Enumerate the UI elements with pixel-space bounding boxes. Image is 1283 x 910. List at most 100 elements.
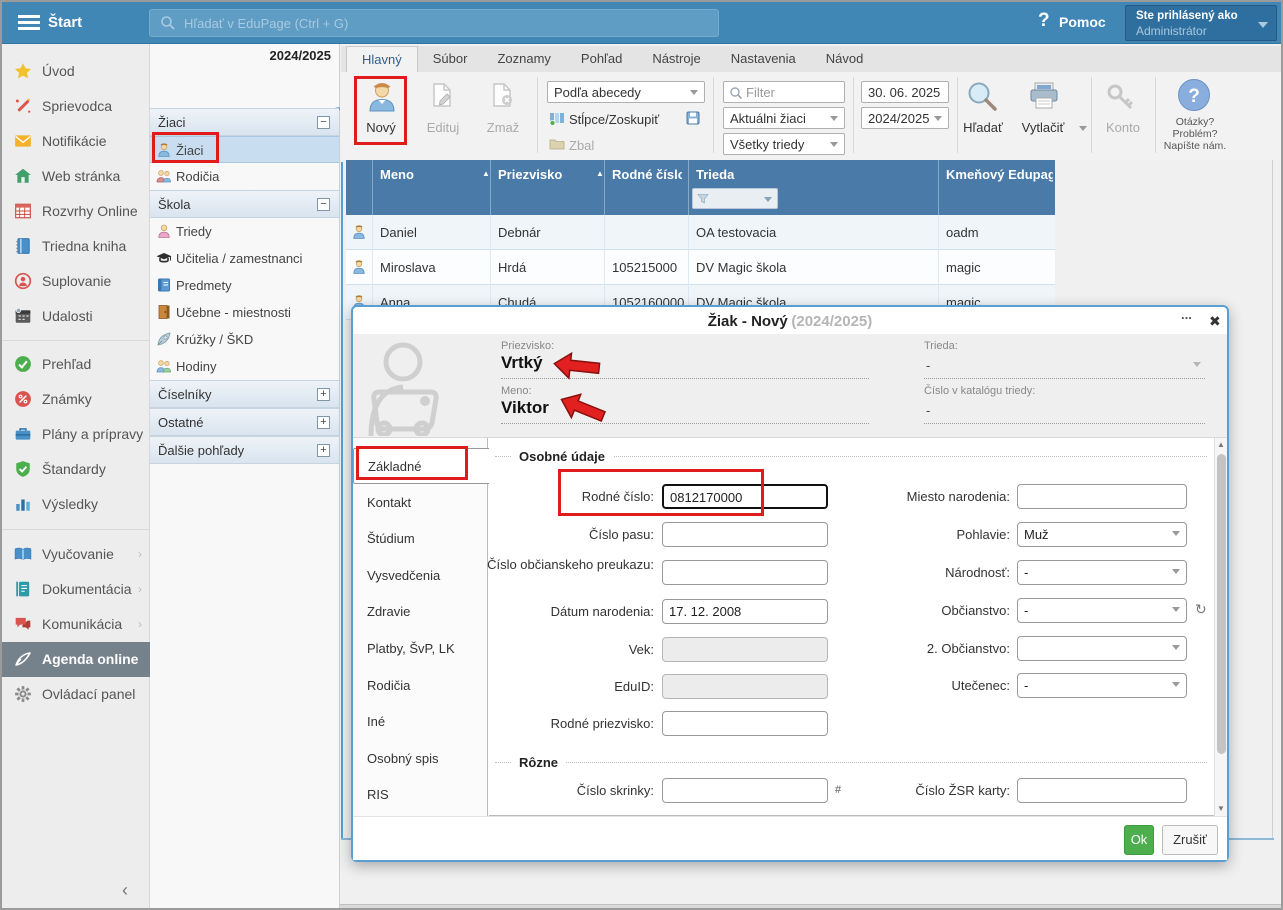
- sidebar-item-komunik-cia[interactable]: Komunikácia›: [2, 607, 150, 642]
- tree-item-predmety[interactable]: Predmety: [150, 272, 339, 299]
- sort-asc-icon[interactable]: ▲: [482, 169, 490, 178]
- scroll-down-icon[interactable]: ▼: [1217, 804, 1225, 813]
- field-input-2-ob-ianstvo-[interactable]: [1017, 636, 1187, 661]
- field-input-ob-ianstvo-[interactable]: -: [1017, 598, 1187, 623]
- dialog-tab-in-[interactable]: Iné: [353, 704, 488, 740]
- tree-section--seln-ky[interactable]: Číselníky+: [150, 380, 339, 408]
- sidebar-item-rozvrhy-online[interactable]: Rozvrhy Online: [2, 194, 150, 229]
- tree-section-ostatn-[interactable]: Ostatné+: [150, 408, 339, 436]
- sidebar-item-agenda-online[interactable]: Agenda online: [2, 642, 150, 677]
- sidebar-item--tandardy[interactable]: Štandardy: [2, 452, 150, 487]
- field-input-pohlavie-[interactable]: Muž: [1017, 522, 1187, 547]
- dialog-tab-ris[interactable]: RIS: [353, 777, 488, 813]
- print-button[interactable]: Vytlačiť: [1009, 120, 1077, 135]
- dialog-tab-z-kladn-[interactable]: Základné: [353, 448, 489, 484]
- columns-group-button[interactable]: Stĺpce/Zoskupiť: [569, 112, 659, 127]
- hamburger-menu-icon[interactable]: [18, 15, 40, 31]
- close-icon[interactable]: ✖: [1209, 313, 1221, 330]
- scroll-up-icon[interactable]: ▲: [1217, 440, 1225, 449]
- delete-button[interactable]: Zmaž: [473, 120, 533, 135]
- scrollbar-thumb[interactable]: [1217, 454, 1226, 754]
- menu-tab-poh-ad[interactable]: Pohľad: [566, 46, 637, 72]
- field-input-ute-enec-[interactable]: -: [1017, 673, 1187, 698]
- tree-item-u-itelia-zamestnanci[interactable]: Učitelia / zamestnanci: [150, 245, 339, 272]
- expand-toggle-icon[interactable]: +: [317, 444, 330, 457]
- tree-item--iaci[interactable]: Žiaci: [150, 136, 339, 163]
- collapse-toggle-icon[interactable]: −: [317, 198, 330, 211]
- sidebar-item-pl-ny-a-pr-pravy[interactable]: Plány a prípravy: [2, 417, 150, 452]
- column-header-priezvisko[interactable]: Priezvisko: [498, 167, 598, 182]
- sidebar-item-preh-ad[interactable]: Prehľad: [2, 347, 150, 382]
- field-input-d-tum-narodenia-[interactable]: 17. 12. 2008: [662, 599, 828, 624]
- date-field[interactable]: 30. 06. 2025: [861, 81, 949, 103]
- sort-asc-icon[interactable]: ▲: [596, 169, 604, 178]
- filter-input[interactable]: Filter: [723, 81, 845, 103]
- collapse-toggle-icon[interactable]: −: [317, 116, 330, 129]
- collapse-button[interactable]: Zbal: [569, 138, 594, 153]
- tree-item-kr-ky-kd[interactable]: Krúžky / ŠKD: [150, 326, 339, 353]
- dialog-menu-button[interactable]: ...: [1181, 307, 1192, 322]
- menu-tab-s-bor[interactable]: Súbor: [418, 46, 483, 72]
- tree-section--iaci[interactable]: Žiaci−: [150, 108, 339, 136]
- table-row[interactable]: DanielDebnárOA testovaciaoadm: [346, 215, 1055, 250]
- column-header-trieda[interactable]: Trieda: [696, 167, 932, 182]
- field-input-n-rodnos-[interactable]: -: [1017, 560, 1187, 585]
- field-input--slo-pasu-[interactable]: [662, 522, 828, 547]
- dialog-tab-vysved-enia[interactable]: Vysvedčenia: [353, 558, 488, 594]
- tree-item-hodiny[interactable]: Hodiny: [150, 353, 339, 380]
- sidebar-item-zn-mky[interactable]: Známky: [2, 382, 150, 417]
- sidebar-item-ovl-dac-panel[interactable]: Ovládací panel: [2, 677, 150, 712]
- classes-filter-select[interactable]: Všetky triedy: [723, 133, 845, 155]
- pane-scrollbar-track[interactable]: [1272, 160, 1273, 839]
- class-column-filter[interactable]: [692, 188, 778, 209]
- sidebar-item-dokument-cia[interactable]: Dokumentácia›: [2, 572, 150, 607]
- help-question-icon[interactable]: ?: [1038, 10, 1050, 32]
- field-input-vek-[interactable]: [662, 637, 828, 662]
- sidebar-item-web-str-nka[interactable]: Web stránka: [2, 159, 150, 194]
- column-header-rodn-slo[interactable]: Rodné číslo: [612, 167, 682, 182]
- refresh-icon[interactable]: ↻: [1195, 601, 1207, 618]
- sidebar-item-sprievodca[interactable]: Sprievodca: [2, 89, 150, 124]
- dialog-tab-platby-vp-lk[interactable]: Platby, ŠvP, LK: [353, 631, 488, 667]
- field-input-miesto-narodenia-[interactable]: [1017, 484, 1187, 509]
- ok-button[interactable]: Ok: [1124, 825, 1154, 855]
- sidebar-item-triedna-kniha[interactable]: Triedna kniha: [2, 229, 150, 264]
- dialog-tab-zdravie[interactable]: Zdravie: [353, 594, 488, 630]
- expand-toggle-icon[interactable]: +: [317, 416, 330, 429]
- tree-item-rodi-ia[interactable]: Rodičia: [150, 163, 339, 190]
- students-filter-select[interactable]: Aktuálni žiaci: [723, 107, 845, 129]
- sidebar-item-v-sledky[interactable]: Výsledky: [2, 487, 150, 522]
- menu-tab-nastavenia[interactable]: Nastavenia: [716, 46, 811, 72]
- tree-item-u-ebne-miestnosti[interactable]: Učebne - miestnosti: [150, 299, 339, 326]
- sidebar-item-suplovanie[interactable]: Suplovanie: [2, 264, 150, 299]
- edit-button[interactable]: Edituj: [413, 120, 473, 135]
- column-header-meno[interactable]: Meno: [380, 167, 484, 182]
- field-input--slo-ob-ianskeho-preukazu-[interactable]: [662, 560, 828, 585]
- start-button[interactable]: Štart: [48, 14, 82, 31]
- support-question-icon[interactable]: ?: [1177, 78, 1211, 115]
- save-layout-icon[interactable]: [685, 110, 701, 129]
- find-button[interactable]: Hľadať: [949, 120, 1017, 135]
- sidebar-item-udalosti[interactable]: Udalosti: [2, 299, 150, 334]
- dialog-tab-kontakt[interactable]: Kontakt: [353, 485, 488, 521]
- account-menu[interactable]: Ste prihlásený ako Administrátor: [1125, 5, 1277, 41]
- menu-tab-n-stroje[interactable]: Nástroje: [637, 46, 715, 72]
- menu-tab-zoznamy[interactable]: Zoznamy: [482, 46, 565, 72]
- field-input-rodn-slo-[interactable]: 0812170000: [662, 484, 828, 509]
- sidebar-collapse-button[interactable]: ‹: [122, 880, 128, 901]
- column-header-kme-ov-edupage[interactable]: Kmeňový Edupage: [946, 167, 1053, 182]
- class-value[interactable]: -: [926, 358, 930, 373]
- dialog-tab-osobn-spis[interactable]: Osobný spis: [353, 741, 488, 777]
- tree-section--al-ie-poh-ady[interactable]: Ďalšie pohľady+: [150, 436, 339, 464]
- surname-value[interactable]: Vrtký: [501, 353, 543, 373]
- dialog-tab--t-dium[interactable]: Štúdium: [353, 521, 488, 557]
- chevron-down-icon[interactable]: [1193, 362, 1201, 367]
- sidebar-item-notifik-cie[interactable]: Notifikácie: [2, 124, 150, 159]
- menu-tab-n-vod[interactable]: Návod: [811, 46, 879, 72]
- firstname-value[interactable]: Viktor: [501, 398, 549, 418]
- help-button[interactable]: Pomoc: [1059, 14, 1106, 30]
- tree-section--kola[interactable]: Škola−: [150, 190, 339, 218]
- cancel-button[interactable]: Zrušiť: [1162, 825, 1218, 855]
- table-row[interactable]: MiroslavaHrdá105215000DV Magic školamagi…: [346, 250, 1055, 285]
- menu-tab-hlavn-[interactable]: Hlavný: [346, 46, 418, 72]
